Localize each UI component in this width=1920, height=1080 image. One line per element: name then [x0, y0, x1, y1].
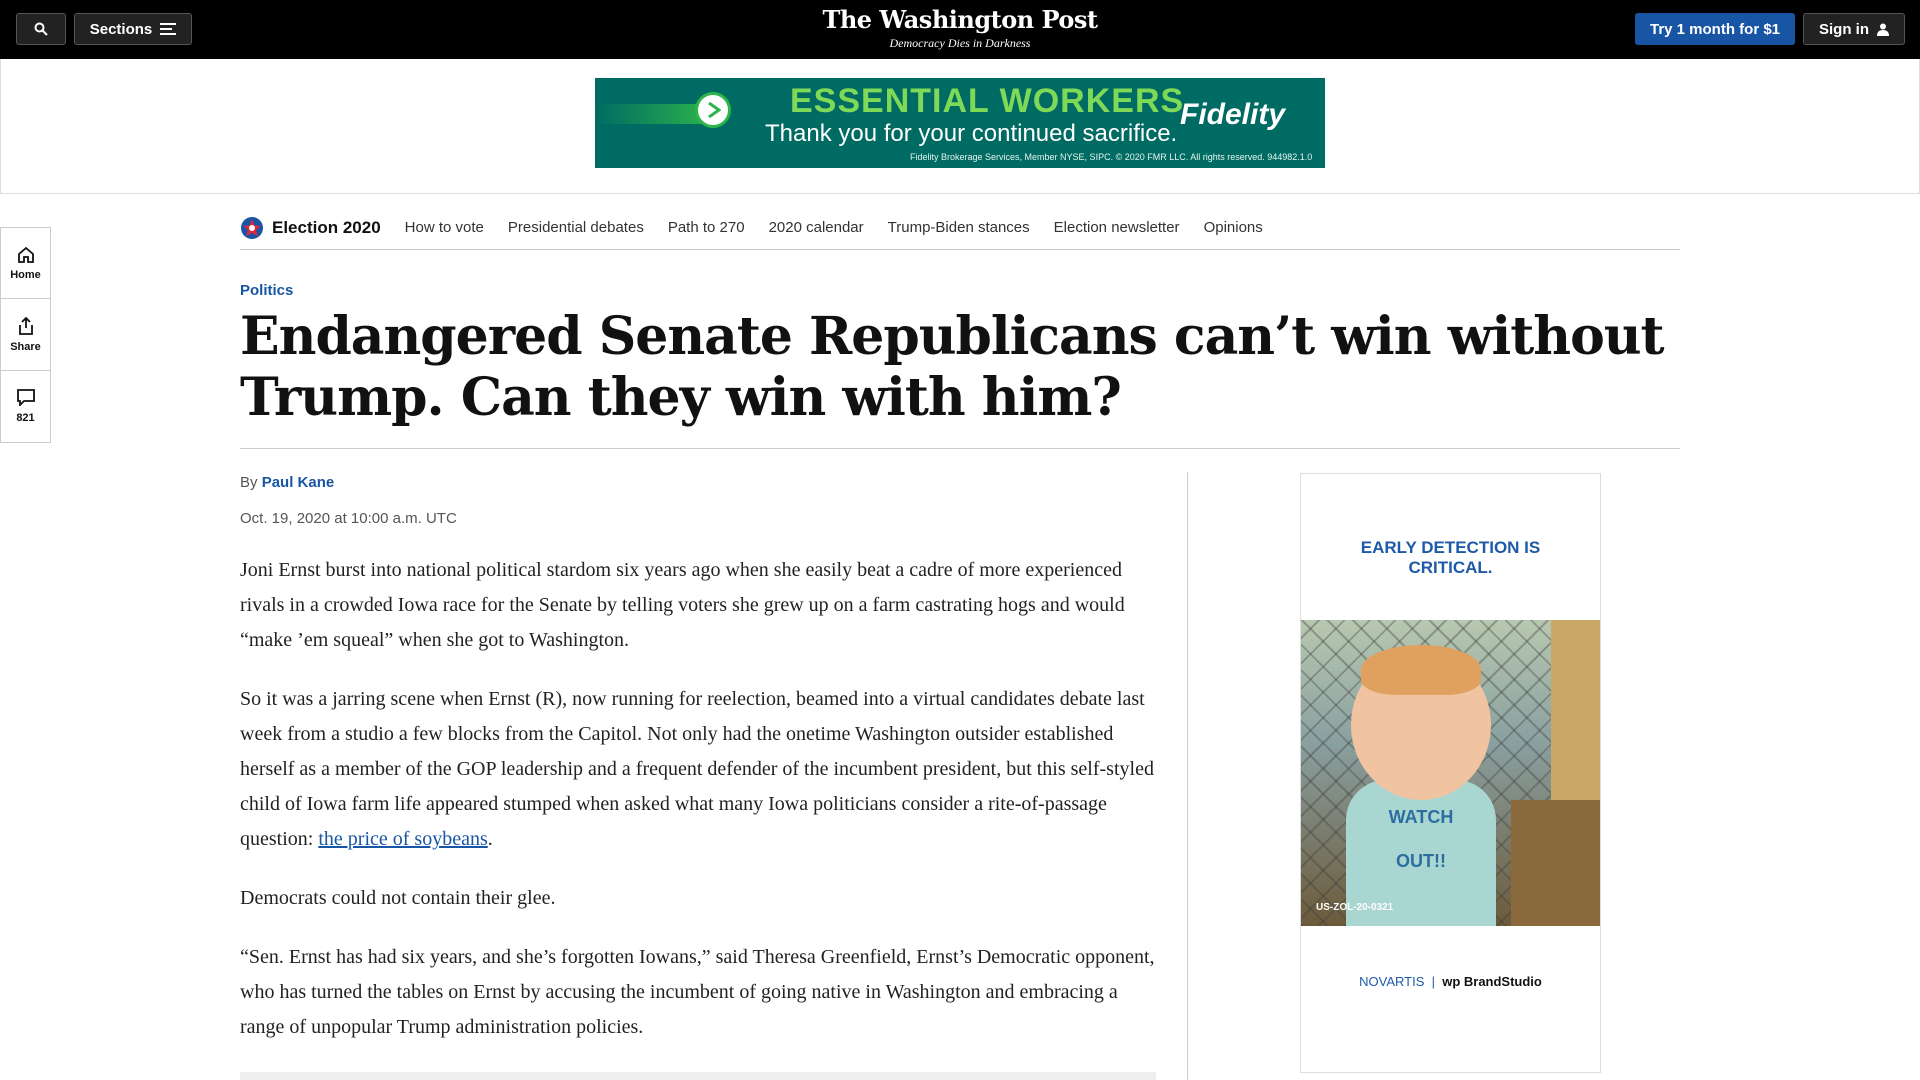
masthead-logo[interactable]: The Washington Post Democracy Dies in Da…: [760, 5, 1160, 51]
comments-button[interactable]: 821: [0, 371, 51, 443]
paragraph-4: “Sen. Ernst has had six years, and she’s…: [240, 946, 1155, 1038]
home-label: Home: [10, 268, 41, 281]
ad-fineprint: Fidelity Brokerage Services, Member NYSE…: [910, 152, 1313, 162]
side-ad[interactable]: EARLY DETECTION IS CRITICAL. WATCH OUT!!…: [1300, 473, 1601, 1073]
side-ad-logos: NOVARTIS | wp BrandStudio: [1359, 974, 1542, 989]
election-star-icon: [241, 216, 263, 239]
top-bar: Sections The Washington Post Democracy D…: [0, 0, 1920, 59]
search-button[interactable]: [16, 13, 66, 45]
comments-count: 821: [16, 412, 35, 424]
shirt-text-line1: WATCH: [1388, 807, 1454, 827]
home-button[interactable]: Home: [0, 227, 51, 299]
election-title: Election 2020: [272, 217, 381, 237]
shirt-text: WATCH OUT!!: [1376, 795, 1466, 883]
subscribe-button[interactable]: Try 1 month for $1: [1635, 13, 1795, 45]
nav-opinions[interactable]: Opinions: [1204, 219, 1263, 236]
nav-presidential-debates[interactable]: Presidential debates: [508, 219, 644, 236]
masthead-title: The Washington Post: [822, 5, 1098, 34]
paragraph-2-end: .: [487, 828, 493, 850]
side-rail: Home Share 821: [0, 227, 51, 443]
article-headline: Endangered Senate Republicans can’t win …: [240, 306, 1665, 428]
paragraph-3: Democrats could not contain their glee.: [240, 887, 556, 909]
hamburger-icon: [160, 23, 177, 35]
sections-label: Sections: [89, 20, 153, 38]
side-ad-photo: WATCH OUT!! US-ZOL-20-0321: [1301, 620, 1600, 926]
share-icon: [18, 316, 33, 335]
masthead-tagline: Democracy Dies in Darkness: [889, 36, 1031, 50]
election-nav: Election 2020 How to vote Presidential d…: [240, 206, 1680, 250]
comment-icon: [16, 389, 35, 406]
paragraph-2: So it was a jarring scene when Ernst (R)…: [240, 682, 1160, 857]
top-ad-banner[interactable]: ESSENTIAL WORKERS Thank you for your con…: [595, 78, 1325, 168]
sign-in-button[interactable]: Sign in: [1803, 13, 1905, 45]
byline-prefix: By: [240, 474, 258, 491]
publish-date: Oct. 19, 2020 at 10:00 a.m. UTC: [240, 510, 457, 527]
ad-headline: ESSENTIAL WORKERS: [790, 82, 1185, 120]
wood-slide: [1511, 800, 1600, 926]
kid-hair: [1361, 645, 1481, 695]
side-ad-headline-line1: EARLY DETECTION IS: [1360, 538, 1541, 557]
next-block-edge: [240, 1072, 1156, 1080]
novartis-logo: NOVARTIS: [1359, 974, 1425, 989]
soybeans-link[interactable]: the price of soybeans: [318, 828, 487, 850]
user-icon: [1877, 23, 1889, 36]
search-icon: [34, 22, 48, 36]
article-body: Joni Ernst burst into national political…: [240, 553, 1160, 1069]
play-arrow-icon: [695, 92, 731, 128]
shirt-text-line2: OUT!!: [1396, 851, 1446, 871]
paragraph-1: Joni Ernst burst into national political…: [240, 559, 1125, 651]
share-button[interactable]: Share: [0, 299, 51, 371]
nav-2020-calendar[interactable]: 2020 calendar: [769, 219, 864, 236]
wp-brandstudio-logo: wp BrandStudio: [1442, 974, 1542, 989]
byline: By Paul Kane: [240, 474, 334, 491]
nav-trump-biden-stances[interactable]: Trump-Biden stances: [888, 219, 1030, 236]
ad-subline: Thank you for your continued sacrifice.: [765, 120, 1178, 147]
paragraph-2-text: So it was a jarring scene when Ernst (R)…: [240, 688, 1154, 850]
nav-path-to-270[interactable]: Path to 270: [668, 219, 745, 236]
headline-divider: [240, 448, 1680, 449]
section-kicker[interactable]: Politics: [240, 282, 293, 299]
home-icon: [17, 246, 34, 263]
ad-brand-logo: Fidelity: [1180, 98, 1286, 131]
nav-election-newsletter[interactable]: Election newsletter: [1054, 219, 1180, 236]
side-ad-headline-line2: CRITICAL.: [1408, 558, 1493, 577]
sign-in-label: Sign in: [1819, 20, 1869, 38]
election-title-link[interactable]: Election 2020: [240, 216, 381, 240]
share-label: Share: [10, 340, 41, 353]
side-ad-code: US-ZOL-20-0321: [1316, 902, 1394, 913]
column-divider: [1187, 472, 1188, 1080]
side-ad-headline: EARLY DETECTION IS CRITICAL.: [1301, 538, 1600, 578]
sections-button[interactable]: Sections: [74, 13, 192, 45]
nav-how-to-vote[interactable]: How to vote: [405, 219, 484, 236]
author-link[interactable]: Paul Kane: [262, 474, 335, 491]
